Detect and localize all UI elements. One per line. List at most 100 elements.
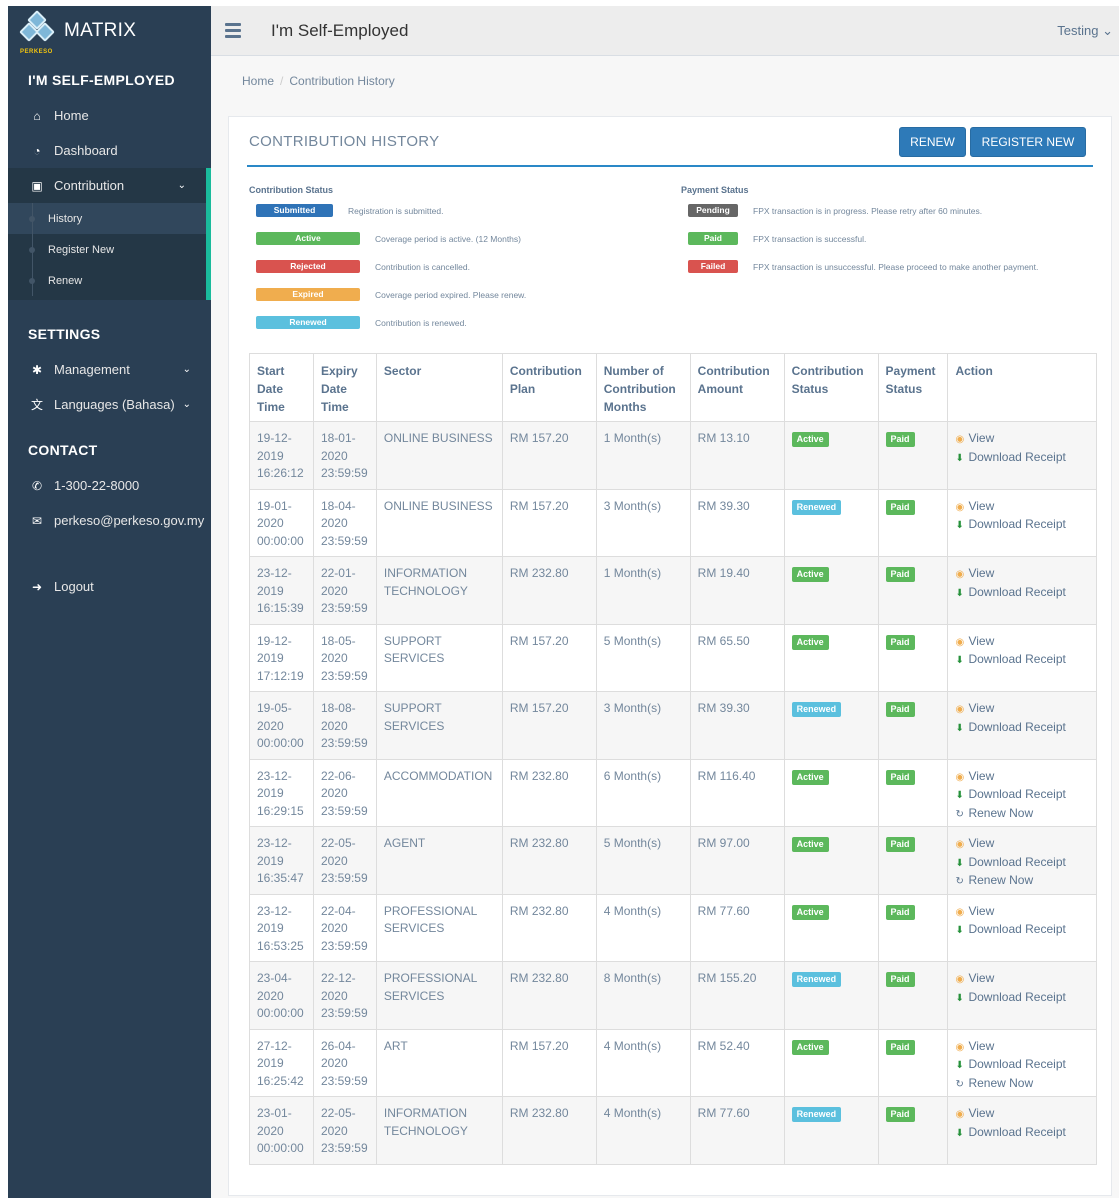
cell-months: 4 Month(s) [595, 1028, 691, 1097]
sidebar-subitem-renew[interactable]: Renew [8, 265, 206, 296]
view-link[interactable]: ◉ View [955, 1038, 1096, 1057]
download-receipt-link[interactable]: ⬇ Download Receipt [955, 1056, 1096, 1075]
logout-icon: ➜ [31, 579, 43, 594]
eye-icon: ◉ [955, 1109, 965, 1120]
cell-plan: RM 157.20 [501, 488, 597, 557]
table-row: 23-12- 2019 16:35:47 22-05- 2020 23:59:59… [249, 826, 1097, 895]
cell-action: ◉ View ⬇ Download Receipt [947, 488, 1097, 557]
page-header-title: I'm Self-Employed [271, 20, 409, 40]
legend-item: Rejected Contribution is cancelled. [256, 260, 470, 273]
cell-action: ◉ View ⬇ Download Receipt [947, 961, 1097, 1030]
user-menu[interactable]: Testing ⌄ [1057, 23, 1113, 39]
cell-amount: RM 155.20 [689, 961, 785, 1030]
download-receipt-link[interactable]: ⬇ Download Receipt [955, 449, 1096, 468]
legend-desc: Coverage period is active. (12 Months) [375, 233, 521, 244]
logout-link[interactable]: ➜ Logout [8, 569, 211, 604]
phone-icon: ✆ [31, 478, 43, 493]
perkeso-logo: PERKESO [19, 10, 56, 55]
cell-action: ◉ View ⬇ Download Receipt [947, 623, 1097, 692]
view-link[interactable]: ◉ View [955, 970, 1096, 989]
view-link[interactable]: ◉ View [955, 835, 1096, 854]
download-icon: ⬇ [955, 722, 964, 734]
sidebar: PERKESO MATRIX I'M SELF-EMPLOYED ⌂ Home … [8, 6, 211, 1198]
cell-action: ◉ View ⬇ Download Receipt [947, 691, 1097, 760]
legend-desc: Contribution is renewed. [375, 317, 467, 328]
view-link[interactable]: ◉ View [955, 565, 1096, 584]
col-payment-status[interactable]: Payment Status [877, 353, 949, 422]
register-new-button[interactable]: REGISTER NEW [970, 127, 1086, 157]
cell-expiry-datetime: 22-06- 2020 23:59:59 [312, 758, 377, 827]
eye-icon: ◉ [955, 771, 965, 783]
renew-button[interactable]: RENEW [899, 127, 966, 157]
download-receipt-link[interactable]: ⬇ Download Receipt [955, 1124, 1096, 1143]
table-row: 19-12- 2019 16:26:12 18-01- 2020 23:59:59… [249, 421, 1097, 490]
cell-status: Renewed [783, 961, 879, 1030]
view-link[interactable]: ◉ View [955, 903, 1096, 922]
download-receipt-link[interactable]: ⬇ Download Receipt [955, 584, 1096, 603]
gear-icon: ✱ [31, 362, 43, 377]
eye-icon: ◉ [955, 974, 965, 985]
phone-number: 1-300-22-8000 [54, 478, 140, 493]
sidebar-item-label: Contribution [54, 178, 125, 193]
col-amount[interactable]: Contribution Amount [689, 353, 785, 422]
download-receipt-link[interactable]: ⬇ Download Receipt [955, 719, 1096, 738]
contribution-status-badge: Active [791, 634, 829, 650]
download-icon: ⬇ [955, 655, 964, 666]
sidebar-item-home[interactable]: ⌂ Home [8, 98, 211, 133]
payment-status-badge: Paid [885, 837, 915, 852]
view-link[interactable]: ◉ View [955, 768, 1096, 787]
contact-phone[interactable]: ✆ 1-300-22-8000 [8, 468, 211, 503]
brand[interactable]: PERKESO MATRIX [8, 6, 211, 56]
renew-now-link[interactable]: ↻ Renew Now [955, 1075, 1096, 1094]
contact-email[interactable]: ✉ perkeso@perkeso.gov.my [8, 503, 211, 538]
contribution-status-badge: Active [791, 567, 829, 582]
view-link[interactable]: ◉ View [955, 498, 1096, 517]
col-plan[interactable]: Contribution Plan [501, 353, 597, 422]
cell-sector: AGENT [375, 826, 503, 895]
table-header-row: Start Date Time Expiry Date Time Sector … [249, 353, 1097, 422]
refresh-icon: ↻ [955, 808, 964, 820]
col-sector[interactable]: Sector [375, 353, 503, 422]
cell-amount: RM 97.00 [689, 826, 785, 895]
sidebar-item-languages[interactable]: 文 Languages (Bahasa) ⌄ [8, 387, 211, 422]
view-link[interactable]: ◉ View [955, 700, 1096, 719]
sidebar-item-dashboard[interactable]: ◔ Dashboard [8, 133, 211, 168]
renew-now-link[interactable]: ↻ Renew Now [955, 805, 1096, 824]
download-receipt-link[interactable]: ⬇ Download Receipt [955, 651, 1096, 670]
section-self-employed: I'M SELF-EMPLOYED [28, 72, 175, 88]
download-receipt-link[interactable]: ⬇ Download Receipt [955, 854, 1096, 873]
download-receipt-link-label: Download Receipt [968, 652, 1066, 666]
view-link-label: View [968, 566, 995, 580]
download-icon: ⬇ [955, 1060, 964, 1071]
download-receipt-link[interactable]: ⬇ Download Receipt [955, 921, 1096, 940]
table-body: 19-12- 2019 16:26:12 18-01- 2020 23:59:59… [249, 421, 1097, 1165]
download-icon: ⬇ [955, 587, 964, 599]
download-receipt-link[interactable]: ⬇ Download Receipt [955, 516, 1096, 535]
cell-start-datetime: 19-05- 2020 00:00:00 [249, 691, 314, 760]
view-link[interactable]: ◉ View [955, 430, 1096, 449]
sidebar-subitem-register-new[interactable]: Register New [8, 234, 206, 265]
download-receipt-link[interactable]: ⬇ Download Receipt [955, 989, 1096, 1008]
col-start[interactable]: Start Date Time [249, 353, 314, 422]
col-months[interactable]: Number of Contribution Months [595, 353, 691, 422]
cell-expiry-datetime: 22-01- 2020 23:59:59 [312, 556, 377, 625]
view-link-label: View [968, 1038, 995, 1053]
view-link[interactable]: ◉ View [955, 633, 1096, 652]
chevron-down-icon: ⌄ [182, 364, 191, 375]
download-receipt-link-label: Download Receipt [968, 584, 1066, 599]
sidebar-item-management[interactable]: ✱ Management ⌄ [8, 352, 211, 387]
renew-now-link[interactable]: ↻ Renew Now [955, 872, 1096, 891]
sidebar-subitem-history[interactable]: History [8, 203, 206, 234]
menu-toggle-icon[interactable] [225, 20, 241, 41]
sidebar-item-contribution[interactable]: ▣ Contribution ⌄ [8, 168, 206, 203]
legend-item: Active Coverage period is active. (12 Mo… [256, 232, 521, 245]
payment-status-badge: Paid [885, 1107, 915, 1122]
view-link[interactable]: ◉ View [955, 1105, 1096, 1124]
col-expiry[interactable]: Expiry Date Time [312, 353, 377, 422]
col-contribution-status[interactable]: Contribution Status [783, 353, 879, 422]
brand-title: MATRIX [64, 20, 137, 41]
table-row: 19-01- 2020 00:00:00 18-04- 2020 23:59:59… [249, 488, 1097, 557]
breadcrumb-home[interactable]: Home [242, 74, 274, 88]
sidebar-item-label: Languages (Bahasa) [54, 397, 175, 412]
download-receipt-link[interactable]: ⬇ Download Receipt [955, 786, 1096, 805]
